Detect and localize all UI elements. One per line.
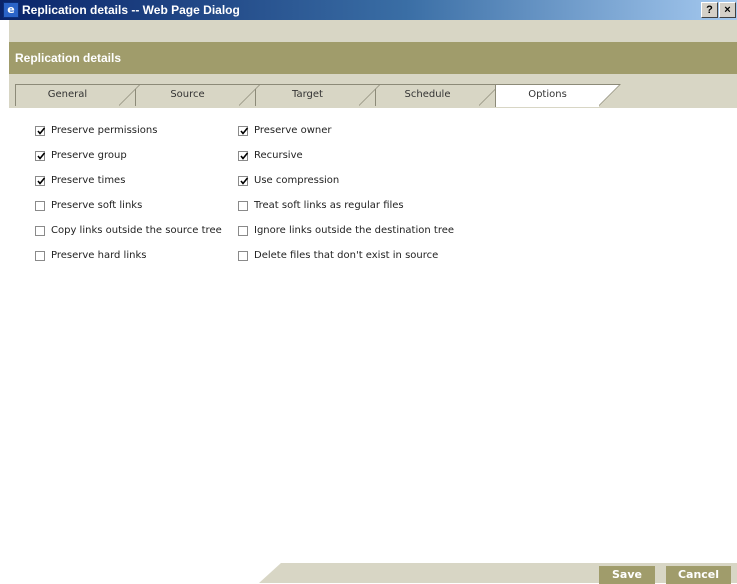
checkbox[interactable] — [35, 126, 46, 136]
close-button[interactable]: × — [719, 2, 736, 18]
tab-source-label: Source — [170, 89, 205, 100]
option-label: Copy links outside the source tree — [51, 225, 222, 236]
option-label: Preserve soft links — [51, 200, 143, 211]
checkmark-icon — [37, 152, 46, 160]
checkbox[interactable] — [238, 151, 249, 161]
checkbox[interactable] — [35, 201, 45, 211]
option-label: Preserve times — [51, 175, 126, 186]
checkmark-icon — [240, 152, 249, 160]
checkmark-icon — [240, 127, 249, 135]
options-panel: Preserve permissions Preserve group Pres… — [9, 108, 737, 563]
checkbox[interactable] — [238, 126, 249, 136]
tab-general[interactable]: General — [15, 84, 141, 106]
tab-target-label: Target — [292, 89, 323, 100]
tab-options-label: Options — [528, 89, 567, 100]
option-label: Recursive — [254, 150, 303, 161]
dialog-frame: Replication details General Source Targe… — [9, 20, 737, 584]
footer-tab — [9, 563, 281, 583]
tab-general-label: General — [47, 89, 88, 100]
tab-schedule[interactable]: Schedule — [375, 84, 501, 106]
tab-target[interactable]: Target — [255, 84, 381, 106]
option-label: Preserve permissions — [51, 125, 158, 136]
cancel-button[interactable]: Cancel — [666, 566, 731, 584]
option-label: Preserve hard links — [51, 250, 147, 261]
option-label: Use compression — [254, 175, 340, 186]
option-label: Delete files that don't exist in source — [254, 250, 439, 261]
save-button[interactable]: Save — [599, 566, 655, 584]
page-title: Replication details — [15, 51, 122, 65]
ie-icon: e — [3, 2, 19, 18]
checkbox[interactable] — [238, 201, 248, 211]
window-title: Replication details -- Web Page Dialog — [22, 3, 240, 17]
checkmark-icon — [37, 127, 46, 135]
checkbox[interactable] — [35, 151, 46, 161]
option-label: Preserve group — [51, 150, 127, 161]
dialog-header: Replication details — [9, 42, 737, 74]
checkbox[interactable] — [238, 176, 249, 186]
window-titlebar: e Replication details -- Web Page Dialog… — [0, 0, 737, 20]
checkmark-icon — [240, 177, 249, 185]
checkbox[interactable] — [238, 226, 248, 236]
tab-schedule-label: Schedule — [404, 89, 451, 100]
tab-bar: General Source Target Schedule Options — [15, 84, 737, 108]
option-label: Ignore links outside the destination tre… — [254, 225, 455, 236]
checkbox[interactable] — [35, 251, 45, 261]
help-button[interactable]: ? — [701, 2, 718, 18]
tab-options[interactable]: Options — [495, 84, 621, 107]
checkbox[interactable] — [35, 176, 46, 186]
option-label: Treat soft links as regular files — [254, 200, 404, 211]
option-label: Preserve owner — [254, 125, 332, 136]
checkbox[interactable] — [35, 226, 45, 236]
checkmark-icon — [37, 177, 46, 185]
checkbox[interactable] — [238, 251, 248, 261]
tab-source[interactable]: Source — [135, 84, 261, 106]
